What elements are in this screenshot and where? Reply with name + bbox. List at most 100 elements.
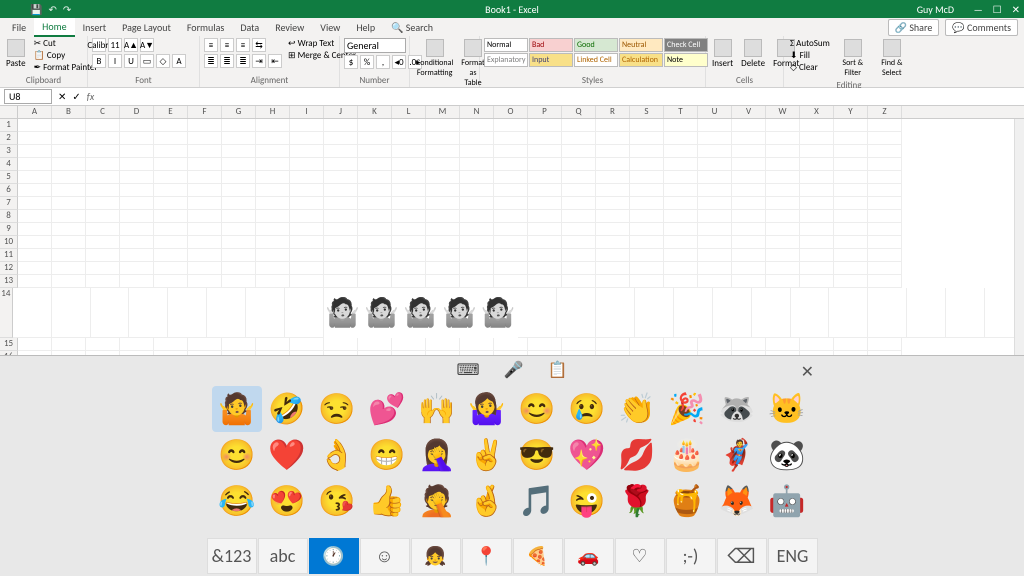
style-cell[interactable]: Good	[574, 38, 618, 52]
cell[interactable]	[596, 223, 630, 236]
cell[interactable]	[324, 338, 358, 351]
fill-button[interactable]: ⬇ Fill	[788, 50, 832, 61]
cell[interactable]	[324, 171, 358, 184]
emoji-item[interactable]: 😊	[512, 386, 562, 432]
cell[interactable]	[120, 119, 154, 132]
cell[interactable]	[358, 132, 392, 145]
cell[interactable]	[52, 275, 86, 288]
emoji-category-button[interactable]: 🕐	[309, 538, 359, 574]
cell[interactable]	[528, 236, 562, 249]
cell[interactable]	[324, 132, 358, 145]
cell[interactable]	[664, 158, 698, 171]
cell[interactable]	[766, 262, 800, 275]
style-cell[interactable]: Note	[664, 53, 708, 67]
emoji-item[interactable]: 💕	[362, 386, 412, 432]
cell[interactable]	[630, 223, 664, 236]
cell[interactable]	[562, 184, 596, 197]
increase-font-icon[interactable]: A▲	[124, 38, 138, 52]
cell[interactable]	[392, 210, 426, 223]
search-box[interactable]: 🔍 Search	[383, 19, 441, 36]
cell[interactable]	[188, 171, 222, 184]
cell[interactable]	[52, 119, 86, 132]
cell[interactable]	[154, 249, 188, 262]
cell[interactable]	[290, 236, 324, 249]
cell[interactable]	[868, 338, 902, 351]
align-bottom-icon[interactable]: ≡	[236, 38, 250, 52]
cell[interactable]	[698, 119, 732, 132]
cell[interactable]	[698, 223, 732, 236]
indent-inc-icon[interactable]: ⇤	[268, 54, 282, 68]
cell[interactable]	[732, 132, 766, 145]
style-cell[interactable]: Check Cell	[664, 38, 708, 52]
cell[interactable]	[698, 132, 732, 145]
cell[interactable]	[392, 236, 426, 249]
cell[interactable]	[222, 262, 256, 275]
cell[interactable]	[698, 171, 732, 184]
row-header[interactable]: 4	[0, 158, 18, 171]
cell[interactable]	[86, 119, 120, 132]
cell[interactable]	[290, 338, 324, 351]
emoji-category-button[interactable]: 🚗	[564, 538, 614, 574]
cell[interactable]	[290, 119, 324, 132]
cell[interactable]	[868, 236, 902, 249]
emoji-item[interactable]: 😘	[312, 478, 362, 524]
cell[interactable]	[256, 197, 290, 210]
cell[interactable]	[358, 338, 392, 351]
cell[interactable]	[800, 158, 834, 171]
cell[interactable]	[86, 145, 120, 158]
row-header[interactable]: 1	[0, 119, 18, 132]
cell[interactable]	[358, 158, 392, 171]
cell[interactable]	[188, 132, 222, 145]
emoji-item[interactable]: 👌	[312, 432, 362, 478]
cell[interactable]	[562, 236, 596, 249]
cell[interactable]	[392, 158, 426, 171]
col-header[interactable]: K	[358, 106, 392, 118]
cell[interactable]	[86, 197, 120, 210]
cell[interactable]	[596, 210, 630, 223]
bold-button[interactable]: B	[92, 54, 106, 68]
cell[interactable]	[256, 275, 290, 288]
fill-color-button[interactable]: ◇	[156, 54, 170, 68]
find-select-button[interactable]: Find & Select	[874, 38, 910, 79]
cell[interactable]	[766, 119, 800, 132]
emoji-category-button[interactable]: 🍕	[513, 538, 563, 574]
row-header[interactable]: 10	[0, 236, 18, 249]
col-header[interactable]: Q	[562, 106, 596, 118]
cell[interactable]	[426, 236, 460, 249]
cell[interactable]	[256, 338, 290, 351]
cell[interactable]	[154, 184, 188, 197]
cell[interactable]	[698, 338, 732, 351]
cell[interactable]	[52, 171, 86, 184]
align-middle-icon[interactable]: ≡	[220, 38, 234, 52]
cell[interactable]	[18, 158, 52, 171]
spreadsheet-grid[interactable]: ABCDEFGHIJKLMNOPQRSTUVWXYZ 1234567891011…	[0, 106, 1024, 355]
emoji-item[interactable]: 🦊	[712, 478, 762, 524]
cell[interactable]	[698, 158, 732, 171]
cell[interactable]	[168, 288, 207, 338]
cell[interactable]	[256, 171, 290, 184]
cell[interactable]: 🤷	[479, 288, 518, 338]
cell[interactable]	[494, 171, 528, 184]
cell[interactable]	[392, 262, 426, 275]
cell[interactable]	[256, 132, 290, 145]
cell[interactable]	[222, 210, 256, 223]
cell[interactable]	[800, 145, 834, 158]
cell[interactable]	[494, 236, 528, 249]
emoji-item[interactable]: 💋	[612, 432, 662, 478]
cell[interactable]	[800, 249, 834, 262]
emoji-category-button[interactable]: ⌫	[717, 538, 767, 574]
style-cell[interactable]: Linked Cell	[574, 53, 618, 67]
cell[interactable]	[460, 158, 494, 171]
cell[interactable]	[52, 338, 86, 351]
cell[interactable]	[91, 288, 130, 338]
style-cell[interactable]: Calculation	[619, 53, 663, 67]
cell[interactable]	[800, 119, 834, 132]
tab-help[interactable]: Help	[348, 19, 383, 36]
cell[interactable]	[494, 145, 528, 158]
emoji-item[interactable]: 🐼	[762, 432, 812, 478]
emoji-item[interactable]: 🤣	[262, 386, 312, 432]
cell[interactable]	[188, 262, 222, 275]
cell[interactable]	[630, 132, 664, 145]
cell[interactable]	[324, 223, 358, 236]
cell[interactable]	[120, 158, 154, 171]
